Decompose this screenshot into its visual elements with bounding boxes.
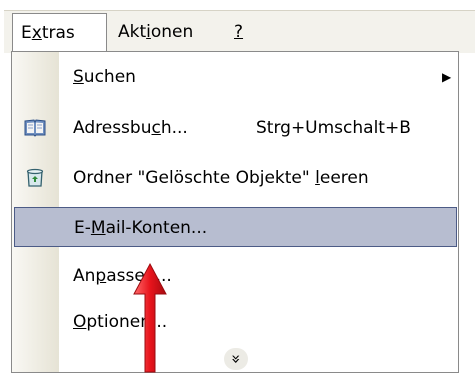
submenu-arrow-icon: ▶: [442, 70, 452, 84]
menu-item-optionen[interactable]: Optionen...: [12, 302, 458, 342]
menu-bar: Extras Aktionen ?: [4, 10, 475, 53]
menu-item-email-konten[interactable]: E-Mail-Konten...: [14, 207, 457, 247]
menu-extras-label-pre: E: [21, 23, 32, 43]
menu-item-suchen-label: Suchen: [73, 67, 136, 87]
menu-aktionen-label-pre: Akt: [118, 22, 147, 42]
menu-item-anpassen[interactable]: Anpassen...: [12, 256, 458, 296]
annotation-arrow-icon: [133, 262, 167, 373]
adressbuch-shortcut: Strg+Umschalt+B: [256, 118, 411, 138]
menu-item-adressbuch-label: Adressbuch...: [73, 118, 188, 138]
menu-item-geloeschte-leeren-label: Ordner "Gelöschte Objekte" leeren: [73, 168, 369, 188]
expand-glyph: »: [226, 354, 246, 364]
menu-item-email-konten-label: E-Mail-Konten...: [74, 218, 208, 238]
menu-extras-label-post: tras: [41, 23, 75, 43]
menu-aktionen[interactable]: Aktionen: [110, 11, 201, 53]
menu-item-suchen[interactable]: Suchen ▶: [12, 57, 458, 97]
recycle-bin-icon: [26, 168, 44, 187]
expand-menu-chevron-icon[interactable]: »: [224, 348, 248, 370]
menu-extras-label-mnemonic: x: [31, 23, 42, 43]
menu-extras[interactable]: Extras: [12, 13, 107, 53]
menu-item-adressbuch[interactable]: Adressbuch... Strg+Umschalt+B: [12, 108, 458, 148]
menu-aktionen-label-post: onen: [150, 22, 194, 42]
menu-item-geloeschte-leeren[interactable]: Ordner "Gelöschte Objekte" leeren: [12, 158, 458, 198]
address-book-icon: [24, 119, 46, 137]
menu-help-label-mnemonic: ?: [234, 22, 244, 42]
extras-dropdown-menu: Suchen ▶ Adressbuch... Strg+Umschalt+B O…: [11, 51, 459, 373]
menu-help[interactable]: ?: [226, 11, 251, 53]
